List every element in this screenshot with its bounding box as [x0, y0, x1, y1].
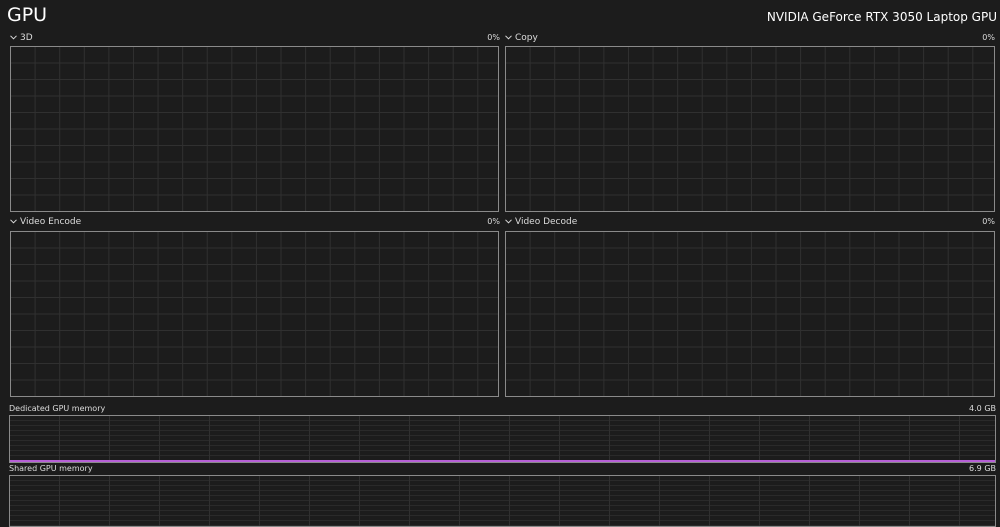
- dedicated-memory-max: 4.0 GB: [969, 404, 996, 413]
- chevron-down-icon[interactable]: [505, 215, 513, 229]
- engine-header-3d: 3D 0%: [10, 31, 500, 45]
- engine-label[interactable]: Video Decode: [515, 215, 577, 229]
- engine-usage-value: 0%: [487, 217, 500, 226]
- shared-memory-max: 6.9 GB: [969, 464, 996, 473]
- engine-label[interactable]: Video Encode: [20, 215, 81, 229]
- engine-graph-copy: [505, 46, 995, 212]
- engine-header-video-decode: Video Decode 0%: [505, 215, 995, 229]
- engine-header-video-encode: Video Encode 0%: [10, 215, 500, 229]
- page-title: GPU: [7, 4, 48, 26]
- engine-label[interactable]: Copy: [515, 31, 538, 45]
- dedicated-memory-graph: [9, 415, 996, 463]
- engine-usage-value: 0%: [982, 33, 995, 42]
- dedicated-memory-label: Dedicated GPU memory: [9, 404, 106, 413]
- engine-usage-value: 0%: [982, 217, 995, 226]
- chevron-down-icon[interactable]: [10, 215, 18, 229]
- chevron-down-icon[interactable]: [505, 31, 513, 45]
- engine-header-copy: Copy 0%: [505, 31, 995, 45]
- engine-graph-video-encode: [10, 231, 499, 397]
- engine-graph-video-decode: [505, 231, 995, 397]
- engine-label[interactable]: 3D: [20, 31, 33, 45]
- engine-graph-3d: [10, 46, 499, 212]
- dedicated-memory-usage-line: [10, 460, 995, 462]
- shared-memory-header: Shared GPU memory 6.9 GB: [9, 463, 996, 475]
- dedicated-memory-header: Dedicated GPU memory 4.0 GB: [9, 403, 996, 415]
- shared-memory-graph: [9, 475, 996, 527]
- gpu-performance-panel: GPU NVIDIA GeForce RTX 3050 Laptop GPU 3…: [0, 0, 1000, 527]
- gpu-device-name: NVIDIA GeForce RTX 3050 Laptop GPU: [766, 10, 997, 24]
- chevron-down-icon[interactable]: [10, 31, 18, 45]
- engine-usage-value: 0%: [487, 33, 500, 42]
- shared-memory-label: Shared GPU memory: [9, 464, 93, 473]
